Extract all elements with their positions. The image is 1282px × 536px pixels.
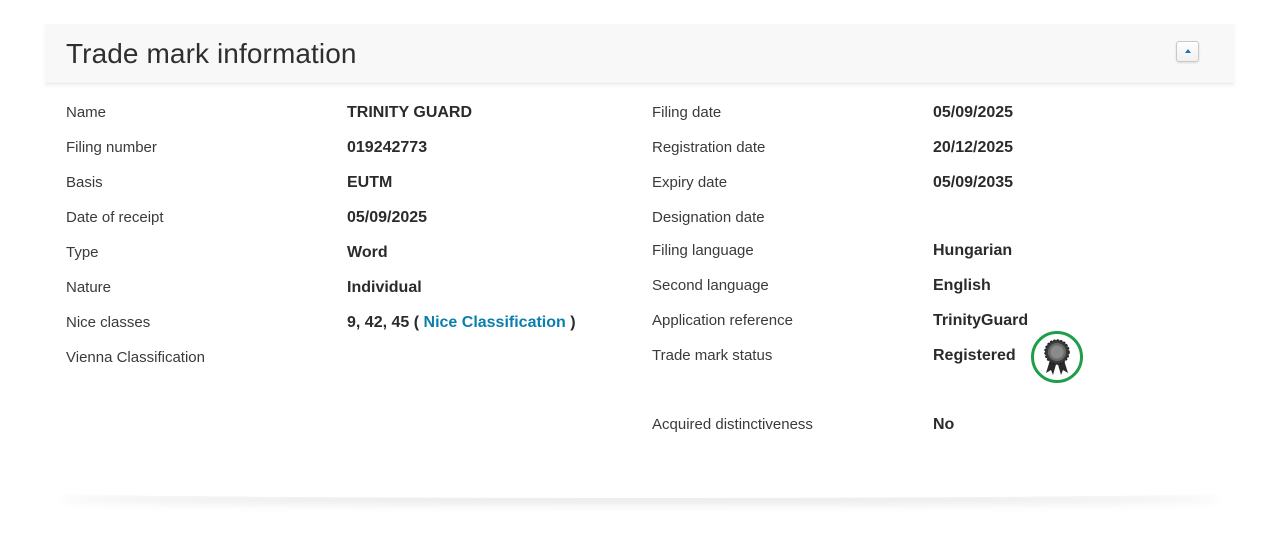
name-label: Name	[66, 104, 107, 121]
acquired-distinctiveness-label: Acquired distinctiveness	[652, 416, 813, 433]
panel-title: Trade mark information	[66, 38, 357, 69]
expiry-date-value: 05/09/2035	[933, 174, 1014, 191]
nature-label: Nature	[66, 279, 112, 296]
nice-link-close-paren: )	[570, 314, 576, 331]
registered-status-badge	[1031, 331, 1083, 383]
trade-mark-status-value: Registered	[933, 347, 1016, 364]
registration-date-value: 20/12/2025	[933, 139, 1014, 156]
nature-value: Individual	[347, 279, 422, 296]
second-language-value: English	[933, 277, 991, 294]
filing-number-label: Filing number	[66, 139, 157, 156]
registration-date-label: Registration date	[652, 139, 766, 156]
filing-number-value: 019242773	[347, 139, 428, 156]
application-reference-value: TrinityGuard	[933, 312, 1029, 329]
nice-link-open-paren: (	[413, 314, 420, 331]
nice-classes-numbers: 9, 42, 45	[347, 314, 410, 331]
date-of-receipt-value: 05/09/2025	[347, 209, 428, 226]
trade-mark-status-label: Trade mark status	[652, 347, 773, 364]
nice-classes-value: 9, 42, 45 ( Nice Classification )	[347, 314, 576, 332]
award-ribbon-icon	[1044, 339, 1070, 375]
trade-mark-information-panel: Trade mark information	[45, 24, 1234, 494]
acquired-distinctiveness-value: No	[933, 416, 955, 433]
panel-header: Trade mark information	[45, 24, 1234, 84]
filing-language-value: Hungarian	[933, 242, 1013, 259]
filing-date-value: 05/09/2025	[933, 104, 1014, 121]
date-of-receipt-label: Date of receipt	[66, 209, 164, 226]
vienna-classification-label: Vienna Classification	[66, 349, 205, 366]
chevron-up-icon	[1185, 49, 1191, 53]
basis-value: EUTM	[347, 174, 393, 191]
collapse-button[interactable]	[1176, 41, 1199, 62]
type-label: Type	[66, 244, 99, 261]
nice-classification-link[interactable]: Nice Classification	[424, 314, 566, 331]
filing-language-label: Filing language	[652, 242, 754, 259]
designation-date-label: Designation date	[652, 209, 765, 226]
nice-classes-label: Nice classes	[66, 314, 151, 331]
application-reference-label: Application reference	[652, 312, 793, 329]
basis-label: Basis	[66, 174, 103, 191]
type-value: Word	[347, 244, 388, 261]
name-value: TRINITY GUARD	[347, 104, 473, 121]
second-language-label: Second language	[652, 277, 769, 294]
expiry-date-label: Expiry date	[652, 174, 728, 191]
filing-date-label: Filing date	[652, 104, 722, 121]
